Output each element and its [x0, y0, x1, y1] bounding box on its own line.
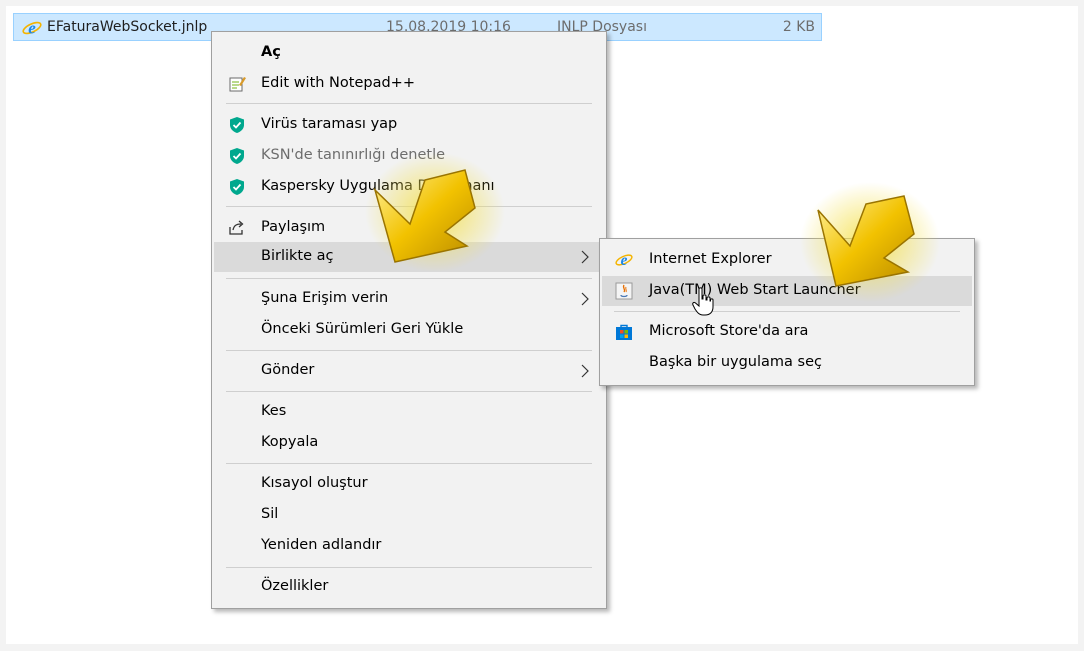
menu-item-delete[interactable]: Sil — [214, 500, 604, 530]
java-icon — [615, 282, 633, 300]
submenu-item-choose-other-app[interactable]: Başka bir uygulama seç — [602, 348, 972, 378]
internet-explorer-icon: e — [615, 252, 633, 269]
microsoft-store-icon — [616, 324, 632, 340]
kaspersky-shield-icon — [230, 179, 244, 195]
hand-cursor-icon — [692, 287, 714, 316]
context-menu: Aç Edit with Notepad++ Virüs taraması ya… — [211, 31, 607, 609]
menu-item-copy[interactable]: Kopyala — [214, 428, 604, 458]
menu-separator — [226, 463, 592, 464]
share-icon — [229, 220, 244, 235]
kaspersky-shield-icon — [230, 117, 244, 133]
chevron-right-icon — [581, 250, 589, 264]
menu-item-restore-versions[interactable]: Önceki Sürümleri Geri Yükle — [214, 315, 604, 345]
annotation-arrow-icon — [800, 182, 940, 302]
svg-text:e: e — [621, 252, 628, 269]
svg-text:e: e — [28, 19, 36, 38]
menu-item-open[interactable]: Aç — [214, 38, 604, 68]
menu-item-give-access[interactable]: Şuna Erişim verin — [214, 284, 604, 314]
file-size: 2 KB — [782, 19, 815, 35]
menu-item-virus-scan[interactable]: Virüs taraması yap — [214, 110, 604, 140]
internet-explorer-icon: e — [22, 19, 42, 38]
menu-separator — [226, 350, 592, 351]
menu-item-edit-notepad[interactable]: Edit with Notepad++ — [214, 69, 604, 99]
kaspersky-shield-icon — [230, 148, 244, 164]
file-name: EFaturaWebSocket.jnlp — [47, 19, 208, 35]
menu-item-send-to[interactable]: Gönder — [214, 356, 604, 386]
menu-separator — [226, 567, 592, 568]
menu-item-cut[interactable]: Kes — [214, 397, 604, 427]
menu-item-create-shortcut[interactable]: Kısayol oluştur — [214, 469, 604, 499]
menu-separator — [226, 391, 592, 392]
menu-item-rename[interactable]: Yeniden adlandır — [214, 531, 604, 561]
menu-separator — [614, 311, 960, 312]
menu-item-properties[interactable]: Özellikler — [214, 572, 604, 602]
chevron-right-icon — [581, 364, 589, 378]
notepad-plus-icon — [229, 77, 246, 92]
submenu-item-store-search[interactable]: Microsoft Store'da ara — [602, 317, 972, 347]
chevron-right-icon — [581, 292, 589, 306]
menu-separator — [226, 103, 592, 104]
annotation-arrow-icon — [365, 152, 505, 272]
